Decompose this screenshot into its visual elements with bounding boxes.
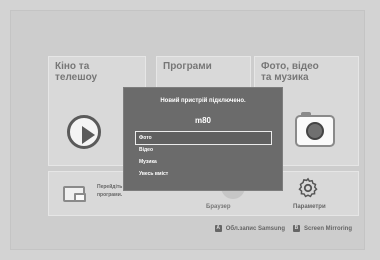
menu-item-photo[interactable]: Фото [135,131,272,145]
settings-label[interactable]: Параметри [293,204,326,210]
tv-screen: Кіно та телешоу Програми Фото, відео та … [10,10,365,250]
tile-photo-title: Фото, відео та музика [261,61,319,83]
dialog-title: Новий пристрій підключено. [160,98,246,104]
tile-apps-title: Програми [163,61,212,72]
dialog-menu: Фото Відео Музика Увесь вміст [135,131,272,180]
play-icon [67,115,101,149]
footer-hints: A Обл.запис Samsung B Screen Mirroring [214,225,352,232]
gear-icon[interactable] [297,177,319,199]
browser-label[interactable]: Браузер [206,204,230,210]
key-a-badge: A [214,225,222,232]
key-a-label[interactable]: Обл.запис Samsung [226,226,285,232]
menu-item-video[interactable]: Відео [136,144,271,156]
menu-item-all-content[interactable]: Увесь вміст [136,168,271,180]
new-device-dialog: Новий пристрій підключено. m80 Фото Віде… [123,87,283,191]
key-b-badge: B [292,225,300,232]
key-b-label[interactable]: Screen Mirroring [304,226,352,232]
camera-icon [295,112,335,147]
menu-item-music[interactable]: Музика [136,156,271,168]
screen-mirror-icon [63,186,86,202]
device-name: m80 [194,116,211,125]
tile-movies-title: Кіно та телешоу [55,61,98,83]
